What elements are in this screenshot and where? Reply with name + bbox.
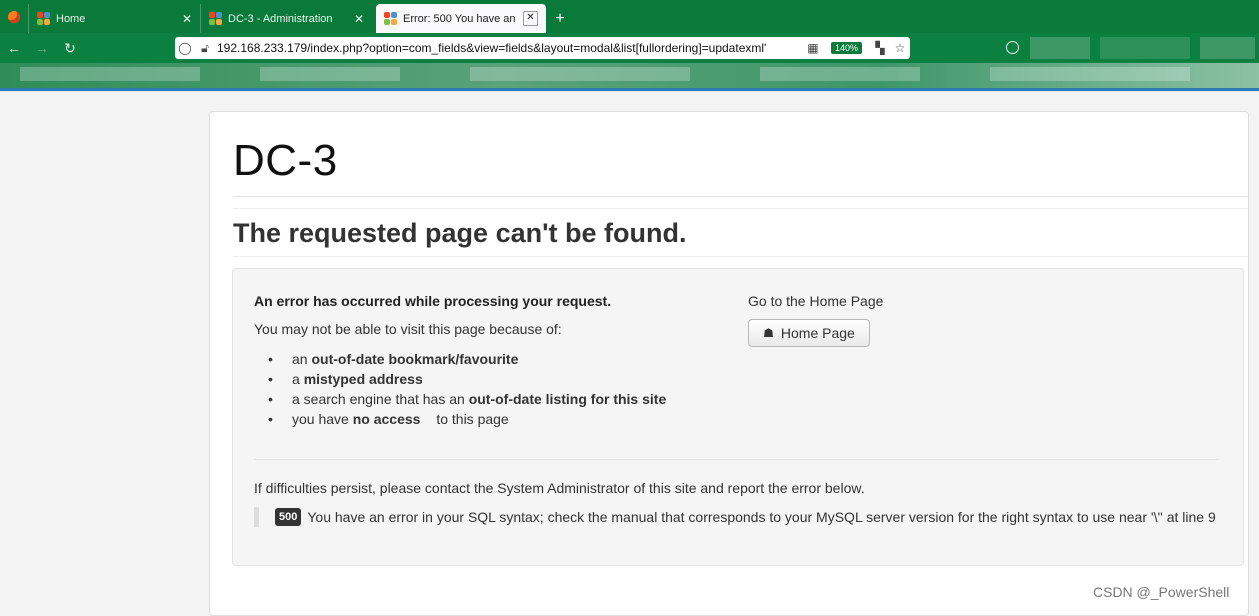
tab-administration[interactable]: DC-3 - Administration ✕ [200,4,372,33]
list-item: a search engine that has an out-of-date … [254,389,678,409]
error-subtitle: You may not be able to visit this page b… [254,321,562,337]
blurred-region [1100,37,1190,59]
button-label: Home Page [780,325,855,341]
clock-icon[interactable] [1006,41,1019,54]
back-arrow-icon[interactable]: ← [0,40,28,56]
close-icon[interactable]: ✕ [182,12,192,26]
extensions-grid-icon[interactable]: ▚ [870,41,890,55]
home-page-button[interactable]: ☗ Home Page [748,319,870,347]
tab-bar: Home ✕ DC-3 - Administration ✕ Error: 50… [0,0,1259,33]
tab-home[interactable]: Home ✕ [28,4,200,33]
zoom-level-badge[interactable]: 140% [830,42,862,54]
site-title[interactable]: DC-3 [233,136,338,186]
tab-label: DC-3 - Administration [228,12,333,25]
nav-bar: ← → ↻ ◯ 🔓︎ 192.168.233.179/index.php?opt… [0,33,1259,63]
reload-icon[interactable]: ↻ [56,40,84,57]
bookmarks-bar [0,63,1259,90]
lock-icon[interactable]: 🔓︎ [195,41,215,56]
close-icon[interactable]: ✕ [354,12,364,26]
goto-home-label: Go to the Home Page [748,293,884,309]
error-message: You have an error in your SQL syntax; ch… [307,509,1216,525]
list-item: a mistyped address [254,369,678,389]
list-item: you have no access to this page [254,409,678,429]
error-code-badge: 500 [275,508,302,526]
error-panel: An error has occurred while processing y… [232,268,1244,566]
divider [233,208,1248,209]
forward-arrow-icon[interactable]: → [28,40,56,56]
joomla-icon [37,12,50,25]
blurred-region [1200,37,1255,59]
divider [233,256,1248,257]
joomla-icon [209,12,222,25]
firefox-icon[interactable] [0,0,28,33]
url-text[interactable]: 192.168.233.179/index.php?option=com_fie… [215,41,803,55]
reasons-list: an out-of-date bookmark/favourite a mist… [254,349,678,429]
watermark: CSDN @_PowerShell [1093,584,1230,600]
divider [233,196,1248,197]
list-item: an out-of-date bookmark/favourite [254,349,678,369]
bookmark-star-icon[interactable]: ☆ [890,41,910,55]
divider [254,459,1219,460]
url-bar[interactable]: ◯ 🔓︎ 192.168.233.179/index.php?option=co… [175,37,910,59]
divider [0,88,1259,91]
contact-message: If difficulties persist, please contact … [254,480,865,496]
joomla-icon [384,12,397,25]
tab-label: Home [56,12,86,25]
tab-label: Error: 500 You have an error i [403,12,519,25]
error-blockquote: 500 You have an error in your SQL syntax… [254,507,1216,527]
tab-error[interactable]: Error: 500 You have an error i ✕ [376,4,546,33]
error-title: An error has occurred while processing y… [254,293,612,309]
page-container: DC-3 The requested page can't be found. … [209,111,1249,616]
shield-icon[interactable]: ◯ [175,41,195,55]
page-heading: The requested page can't be found. [233,218,687,248]
close-icon[interactable]: ✕ [523,11,538,26]
new-tab-button[interactable]: + [546,4,574,33]
blurred-region [1030,37,1090,59]
qr-code-icon[interactable]: ▦ [803,41,823,55]
home-icon: ☗ [763,326,774,340]
